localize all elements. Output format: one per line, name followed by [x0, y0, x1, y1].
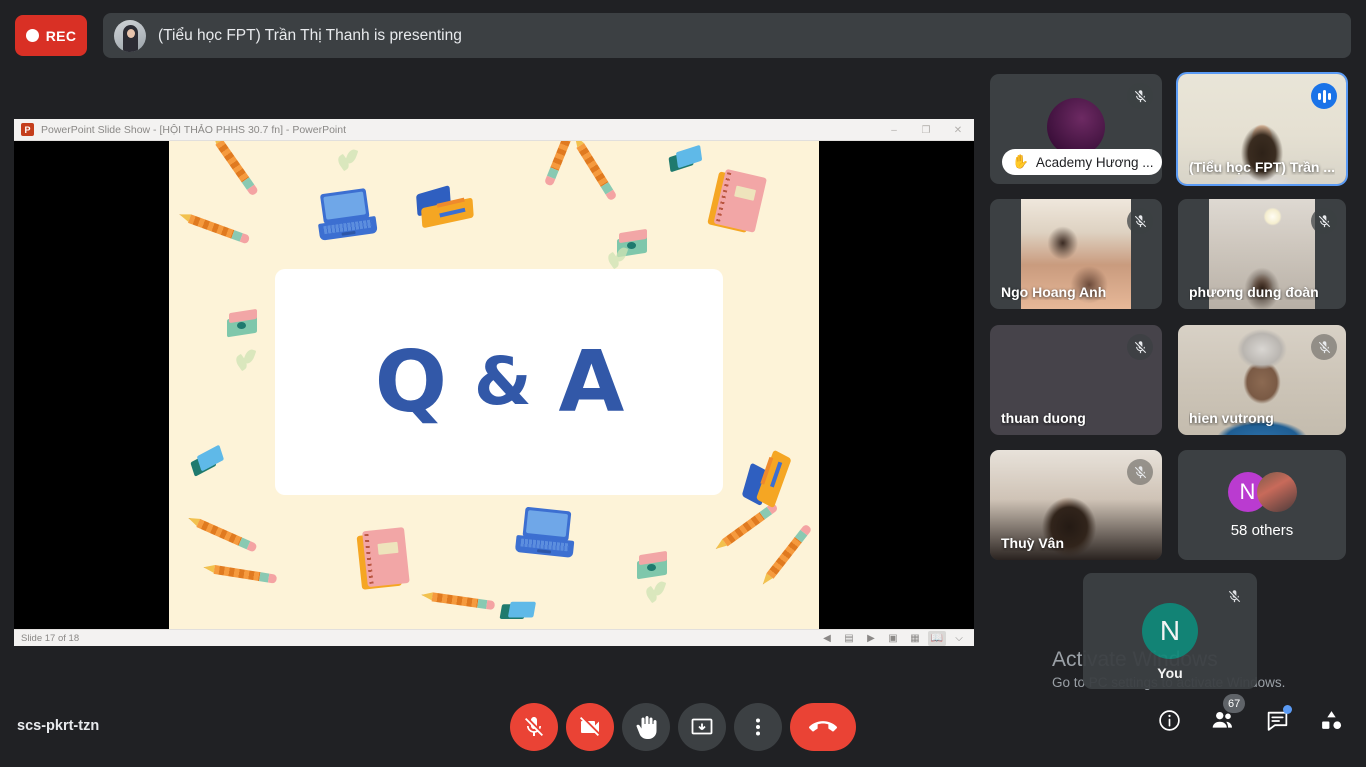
self-name-label: You — [1157, 665, 1183, 681]
participant-tile-ngo-hoang-anh[interactable]: Ngo Hoang Anh — [990, 199, 1162, 309]
google-meet-window: REC (Tiểu học FPT) Trần Thị Thanh is pre… — [0, 0, 1366, 767]
raise-hand-button[interactable] — [622, 703, 670, 751]
slide-content: Q & A — [169, 141, 819, 629]
powerpoint-logo-icon: P — [21, 123, 34, 136]
participant-tile-phuong-dung-doan[interactable]: phương dung đoàn — [1178, 199, 1346, 309]
participant-tile-academy-huong[interactable]: ✋ Academy Hương ... — [990, 74, 1162, 184]
pencil-icon — [178, 210, 251, 245]
pencil-icon — [543, 141, 580, 187]
meeting-details-button[interactable] — [1152, 703, 1186, 737]
normal-view-icon[interactable]: ▣ — [884, 631, 902, 646]
sharpener-icon — [227, 308, 259, 338]
microphone-button[interactable] — [510, 703, 558, 751]
participant-name: phương dung đoàn — [1189, 284, 1319, 300]
pencil-icon — [571, 141, 618, 202]
participant-tile-hien-vutrong[interactable]: hien vutrong — [1178, 325, 1346, 435]
pencil-icon — [420, 590, 496, 611]
participants-count-badge: 67 — [1223, 694, 1246, 713]
avatar-photo — [1256, 472, 1297, 512]
chat-button[interactable] — [1260, 703, 1294, 737]
slide-counter: Slide 17 of 18 — [21, 632, 80, 644]
leaf-icon — [335, 147, 361, 175]
participant-name: Academy Hương ... — [1035, 154, 1154, 170]
activities-button[interactable] — [1314, 703, 1348, 737]
self-avatar: N — [1142, 603, 1198, 659]
leaf-icon — [233, 347, 259, 375]
pencil-case-icon — [416, 185, 476, 229]
mic-off-icon — [1311, 334, 1337, 360]
notebook-icon — [707, 168, 769, 235]
slide-sorter-icon[interactable]: ▦ — [906, 631, 924, 646]
others-count-label: 58 others — [1230, 522, 1294, 539]
notebook-icon — [356, 527, 412, 590]
window-controls: – ❐ ✕ — [878, 119, 974, 141]
status-bar-icons: ◀ ▤ ▶ ▣ ▦ 📖 ⌵ — [818, 630, 974, 646]
mic-off-icon — [1127, 334, 1153, 360]
powerpoint-canvas: Q & A — [14, 141, 974, 629]
participant-name: Thuỳ Vân — [1001, 535, 1065, 551]
presenting-banner[interactable]: (Tiểu học FPT) Trần Thị Thanh is present… — [103, 13, 1351, 58]
speaking-indicator-icon — [1311, 83, 1337, 109]
hand-raised-badge: ✋ Academy Hương ... — [1002, 149, 1162, 175]
more-options-button[interactable] — [734, 703, 782, 751]
pencil-icon — [759, 523, 813, 588]
eraser-icon — [188, 444, 227, 477]
powerpoint-status-bar: Slide 17 of 18 ◀ ▤ ▶ ▣ ▦ 📖 ⌵ — [14, 629, 974, 646]
mic-off-icon — [1127, 83, 1153, 109]
pencil-icon — [186, 514, 258, 553]
powerpoint-window-title: PowerPoint Slide Show - [HỘI THẢO PHHS 3… — [41, 123, 347, 136]
hand-icon: ✋ — [1012, 154, 1029, 169]
participant-name: (Tiểu học FPT) Trần ... — [1189, 159, 1335, 175]
participant-name: thuan duong — [1001, 410, 1086, 426]
mic-off-icon — [1127, 459, 1153, 485]
qa-card: Q & A — [275, 269, 723, 495]
participant-tile-thuan-duong[interactable]: thuan duong — [990, 325, 1162, 435]
chat-unread-dot — [1283, 705, 1292, 714]
notes-icon[interactable]: ▤ — [840, 631, 858, 646]
pencil-icon — [202, 563, 278, 584]
eraser-icon — [499, 598, 537, 626]
record-dot-icon — [25, 29, 39, 42]
mic-off-icon — [1221, 583, 1247, 609]
sharpener-icon — [637, 550, 669, 580]
others-avatars: N — [1178, 472, 1346, 512]
mic-off-icon — [1311, 208, 1337, 234]
participant-tile-tieu-hoc-fpt[interactable]: (Tiểu học FPT) Trần ... — [1176, 72, 1348, 186]
pencil-case-icon — [738, 443, 797, 511]
prev-slide-icon[interactable]: ◀ — [818, 631, 836, 646]
self-view-tile[interactable]: N You — [1083, 573, 1257, 689]
mic-off-icon — [1127, 208, 1153, 234]
avatar — [1047, 97, 1105, 156]
recording-indicator[interactable]: REC — [15, 15, 87, 56]
shared-screen-stage[interactable]: P PowerPoint Slide Show - [HỘI THẢO PHHS… — [14, 119, 974, 646]
play-icon[interactable]: ▶ — [862, 631, 880, 646]
laptop-icon — [514, 506, 578, 560]
participant-name: Ngo Hoang Anh — [1001, 284, 1107, 300]
eraser-icon — [668, 144, 705, 174]
slideshow-icon[interactable]: ⌵ — [950, 631, 968, 646]
powerpoint-title-bar: P PowerPoint Slide Show - [HỘI THẢO PHHS… — [14, 119, 974, 141]
minimize-icon[interactable]: – — [878, 119, 910, 141]
participants-button[interactable]: 67 — [1206, 694, 1246, 737]
reading-view-icon[interactable]: 📖 — [928, 630, 946, 646]
qa-letter-q: Q — [374, 332, 447, 432]
participant-name: hien vutrong — [1189, 410, 1274, 426]
leaf-icon — [643, 579, 669, 607]
qa-letter-amp: & — [473, 343, 532, 420]
participant-tile-thuy-van[interactable]: Thuỳ Vân — [990, 450, 1162, 560]
others-tile[interactable]: N 58 others — [1178, 450, 1346, 560]
present-button[interactable] — [678, 703, 726, 751]
presenter-avatar — [114, 19, 146, 52]
top-bar: REC (Tiểu học FPT) Trần Thị Thanh is pre… — [0, 0, 1366, 70]
presenting-label: (Tiểu học FPT) Trần Thị Thanh is present… — [158, 26, 462, 44]
qa-letter-a: A — [558, 332, 625, 432]
leave-call-button[interactable] — [790, 703, 856, 751]
camera-button[interactable] — [566, 703, 614, 751]
recording-label: REC — [45, 27, 77, 44]
restore-icon[interactable]: ❐ — [910, 119, 942, 141]
pencil-icon — [209, 141, 259, 197]
close-icon[interactable]: ✕ — [942, 119, 974, 141]
bottom-right-icons: 67 — [1152, 694, 1348, 737]
laptop-icon — [314, 187, 378, 243]
